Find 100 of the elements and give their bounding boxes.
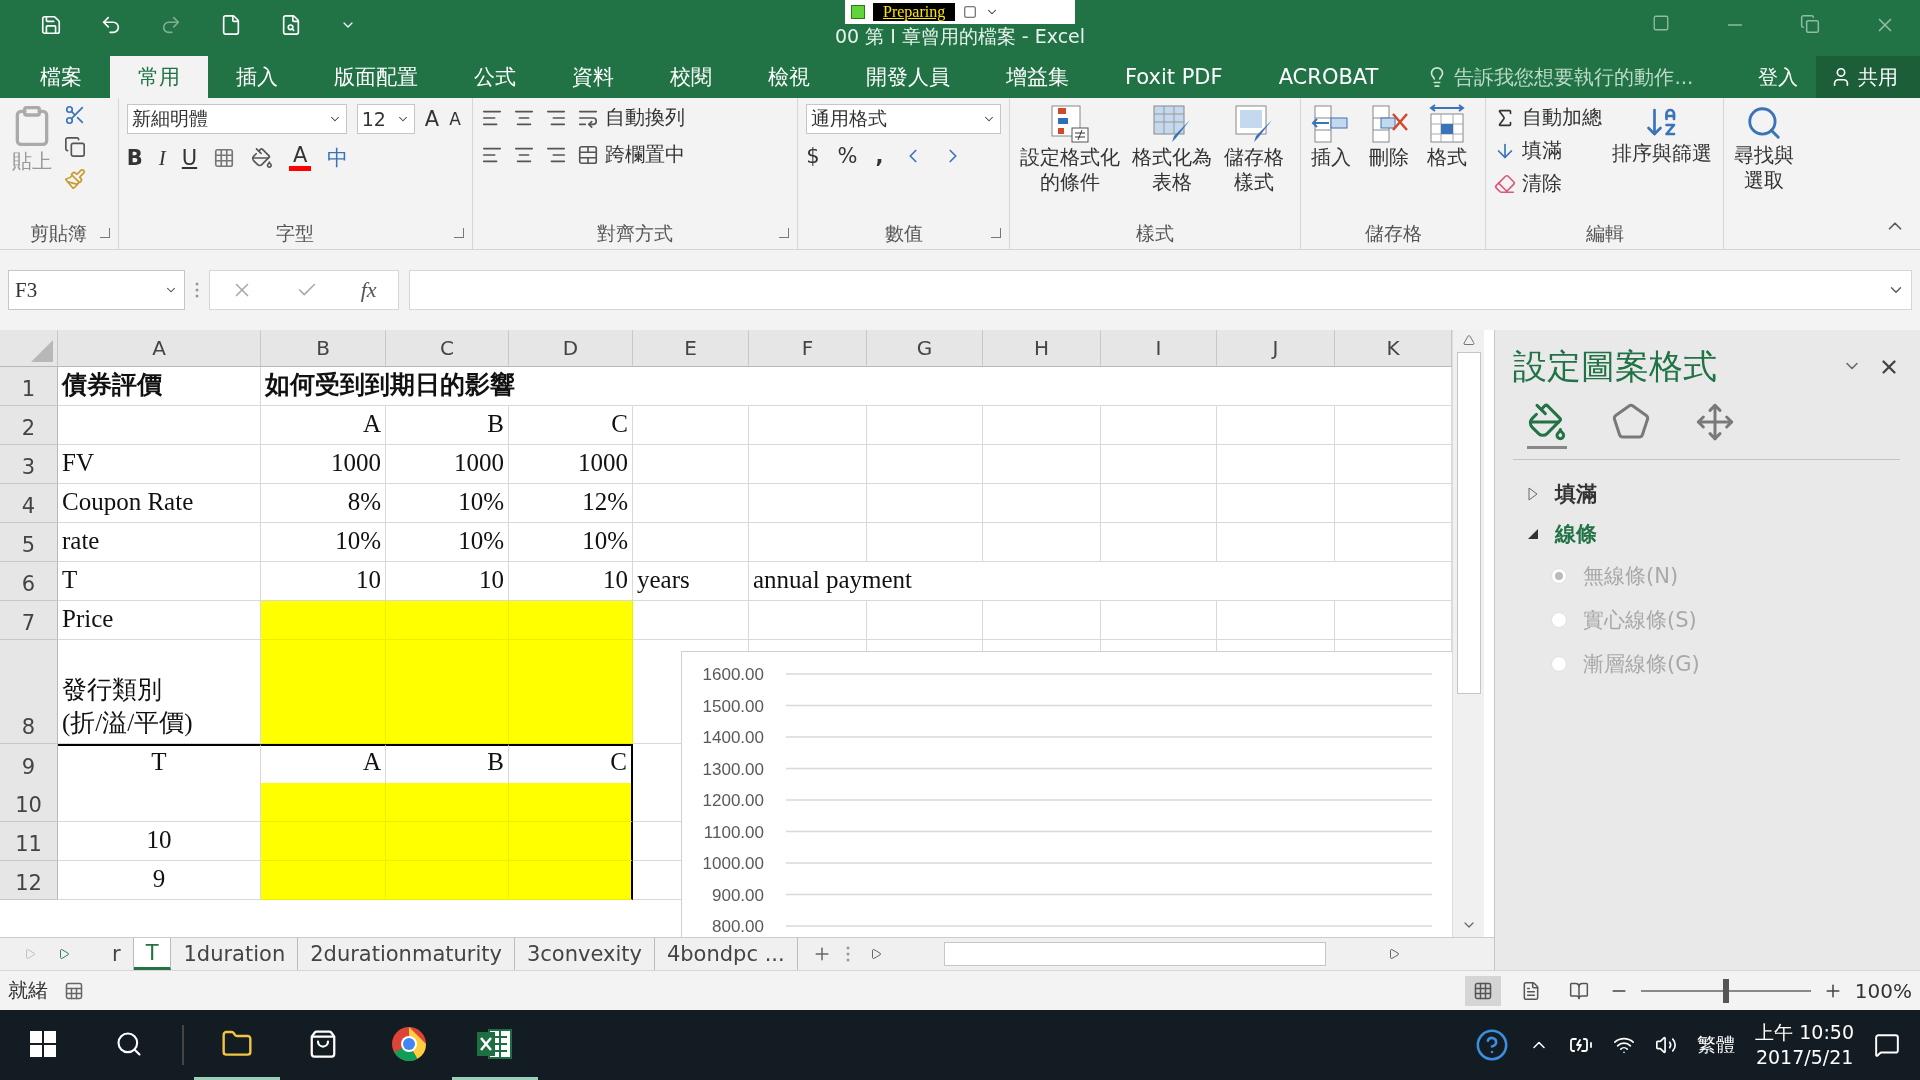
cells-button[interactable]: 插入 [1309,104,1354,219]
sheet-tab[interactable]: r [100,938,134,970]
comma-button[interactable]: , [875,144,884,168]
sheet-tab[interactable]: T [133,938,172,970]
underline-button[interactable]: U [181,146,198,170]
fill-button[interactable]: 填滿 [1494,137,1603,164]
row-header[interactable]: 10 [0,783,58,822]
autosum-button[interactable]: 自動加總 [1494,104,1603,131]
sheet-tab[interactable]: 2durationmaturity [298,938,515,970]
ribbon-tab[interactable]: 版面配置 [306,56,446,98]
share-button[interactable]: 共用 [1816,56,1920,98]
section-header[interactable]: 線條 [1555,520,1597,548]
ribbon-tab[interactable]: 插入 [208,56,306,98]
row-header[interactable]: 8 [0,640,58,744]
find-select-button[interactable]: 尋找與 選取 [1732,104,1797,249]
clock-time[interactable]: 上午 10:50 [1755,1020,1854,1045]
row-header[interactable]: 2 [0,406,58,445]
sort-filter-button[interactable]: 排序與篩選 [1610,104,1715,219]
ribbon-tab[interactable]: 校閱 [642,56,740,98]
wrap-text-button[interactable]: 自動換列 [577,104,686,131]
row-header[interactable]: 11 [0,822,58,861]
style-button[interactable]: 格式化為 表格 [1130,104,1215,219]
row-header[interactable]: 9 [0,744,58,784]
ribbon-tab[interactable]: 公式 [446,56,544,98]
ribbon-tab[interactable]: 資料 [544,56,642,98]
table-cell: 10 [509,562,633,601]
axis-label: 1000.00 [702,854,764,873]
section-header[interactable]: 填滿 [1555,480,1597,508]
name-box[interactable]: F3 [8,270,185,310]
sign-in-link[interactable]: 登入 [1740,56,1816,98]
column-header[interactable]: A [58,330,261,367]
phonetic-button[interactable]: 中 [327,144,349,172]
row-header[interactable]: 5 [0,523,58,562]
table-cell: 1000 [386,445,509,484]
table-cell: years [633,562,749,601]
input-language[interactable]: 繁體 [1697,1032,1736,1058]
style-button[interactable]: 儲存格 樣式 [1222,104,1287,219]
zoom-level[interactable]: 100% [1854,978,1912,1003]
ribbon-tab[interactable]: 常用 [110,56,208,98]
ribbon-tab[interactable]: 檢視 [740,56,838,98]
font-size-field[interactable]: 12 [356,104,415,134]
column-header[interactable]: B [261,330,386,367]
number-format-field[interactable]: 通用格式 [806,104,1002,134]
clear-button[interactable]: 清除 [1494,170,1603,197]
ribbon-tab[interactable]: 檔案 [12,56,110,98]
clock-date[interactable]: 2017/5/21 [1755,1045,1854,1070]
column-header[interactable]: H [983,330,1101,367]
italic-button[interactable]: I [158,145,166,171]
table-cell: A [261,406,386,445]
sheet-tab[interactable]: 4bondpc ... [654,938,798,970]
row-header[interactable]: 4 [0,484,58,523]
ribbon-tab[interactable]: Foxit PDF [1097,56,1251,98]
column-header[interactable]: C [386,330,509,367]
table-cell: 8% [261,484,386,523]
percent-button[interactable]: % [837,144,858,168]
column-header[interactable]: I [1101,330,1217,367]
shrink-font-button[interactable]: A [449,109,461,129]
row-header[interactable]: 6 [0,562,58,601]
currency-button[interactable]: $ [806,144,820,168]
font-name-field[interactable]: 新細明體 [126,104,347,134]
style-button[interactable]: 設定格式化 的條件 [1018,104,1123,219]
sheet-tab[interactable]: 3convexity [514,938,655,970]
row-header[interactable]: 12 [0,861,58,900]
recorder-toolbar[interactable]: Preparing [845,0,1075,24]
chart-area[interactable]: 1600.00 1500.00 1400.00 1300.00 1200.00 1100.00 1000.00 900.00 800.00 [681,651,1452,937]
window-title: 00 第 I 章曾用的檔案 - Excel [834,24,1086,49]
merge-center-button[interactable]: 跨欄置中 [577,141,686,168]
column-header[interactable]: K [1335,330,1452,367]
column-header[interactable]: F [749,330,867,367]
row-header[interactable]: 7 [0,601,58,640]
recorder-status: Preparing [873,3,956,21]
table-cell: 發行類別 (折/溢/平價) [58,640,261,744]
column-header[interactable]: G [867,330,983,367]
ribbon-tab[interactable]: 開發人員 [838,56,978,98]
font-color-button[interactable]: A [289,145,312,171]
table-cell: 10 [386,562,509,601]
table-cell: rate [58,523,261,562]
table-cell: 10 [261,562,386,601]
tell-me-field[interactable]: 告訴我您想要執行的動作... [1454,63,1694,91]
row-header[interactable]: 3 [0,445,58,484]
ribbon-tab[interactable]: ACROBAT [1250,56,1407,98]
axis-label: 1300.00 [702,759,764,779]
cells-button[interactable]: 格式 [1425,104,1470,219]
group-label: 儲存格 [1364,221,1422,246]
sheet-tab[interactable]: 1duration [171,938,299,970]
grow-font-button[interactable]: A [424,107,440,131]
row-header[interactable]: 1 [0,367,58,406]
axis-label: 800.00 [712,917,764,936]
cells-button[interactable]: 刪除 [1367,104,1412,219]
column-header[interactable]: E [633,330,749,367]
group-label: 數值 [884,221,923,246]
axis-label: 1400.00 [702,728,764,747]
column-header[interactable]: J [1217,330,1335,367]
group-label: 樣式 [1136,221,1175,246]
table-cell: T [58,744,261,784]
ribbon-tab[interactable]: 增益集 [978,56,1097,98]
table-cell: annual payment [749,562,1452,601]
column-header[interactable]: D [509,330,633,367]
insert-function-button[interactable]: fx [360,277,377,303]
bold-button[interactable]: B [126,146,143,170]
